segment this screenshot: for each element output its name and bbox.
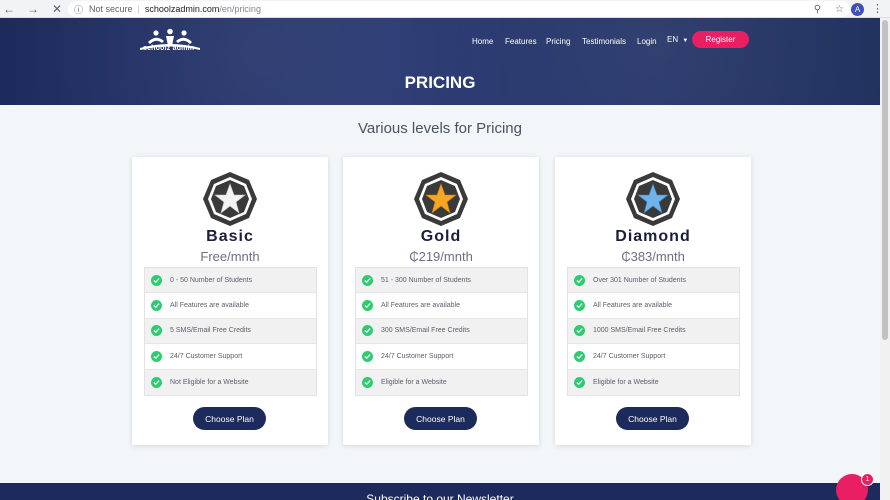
feature-text: 300 SMS/Email Free Credits (381, 327, 470, 335)
plan-name: Basic (206, 228, 254, 245)
browser-menu-icon[interactable]: ⋮ (872, 2, 883, 15)
feature-text: All Features are available (593, 302, 672, 310)
plan-name: Gold (420, 228, 462, 245)
nav-testimonials[interactable]: Testimonials (582, 37, 626, 46)
nav-features[interactable]: Features (505, 37, 537, 46)
check-icon (362, 274, 373, 286)
check-icon (574, 274, 585, 286)
feature-item: All Features are available (356, 293, 527, 319)
caret-down-icon: ▼ (682, 38, 689, 44)
plan-price: ₵383/mnth (621, 249, 685, 264)
forward-icon[interactable]: → (24, 0, 42, 18)
feature-text: Eligible for a Website (381, 378, 447, 386)
page-title: PRICING (404, 73, 476, 92)
language-selector[interactable]: EN ▼ (667, 35, 688, 44)
star-badge-icon (203, 172, 257, 226)
choose-plan-button[interactable]: Choose Plan (616, 407, 689, 430)
feature-item: 0 - 50 Number of Students (145, 268, 316, 294)
bookmark-star-icon[interactable]: ☆ (835, 4, 844, 15)
star-badge-icon (626, 172, 680, 226)
plan-name: Diamond (615, 228, 691, 245)
feature-item: Not Eligible for a Website (145, 369, 316, 395)
check-icon (151, 376, 162, 388)
site-header: schoolz admin Home Features Pricing Test… (0, 18, 880, 105)
feature-item: 1000 SMS/Email Free Credits (568, 318, 739, 345)
check-icon (362, 376, 373, 388)
feature-item: Eligible for a Website (356, 369, 527, 395)
feature-text: 24/7 Customer Support (381, 352, 454, 360)
feature-item: 24/7 Customer Support (568, 344, 739, 370)
nav-home[interactable]: Home (472, 37, 493, 46)
address-separator: | (137, 4, 140, 14)
feature-list: Over 301 Number of Students All Features… (567, 267, 740, 396)
feature-list: 51 - 300 Number of Students All Features… (355, 267, 528, 396)
nav-login[interactable]: Login (637, 37, 657, 46)
feature-text: All Features are available (170, 302, 249, 310)
feature-text: 0 - 50 Number of Students (170, 276, 253, 284)
security-label: Not secure (89, 4, 133, 14)
info-icon[interactable]: ⓘ (74, 3, 83, 16)
plan-price: ₵219/mnth (409, 249, 473, 264)
feature-item: 300 SMS/Email Free Credits (356, 318, 527, 345)
feature-list: 0 - 50 Number of Students All Features a… (144, 267, 317, 396)
feature-item: Over 301 Number of Students (568, 268, 739, 294)
check-icon (574, 325, 585, 337)
check-icon (151, 350, 162, 362)
check-icon (151, 274, 162, 286)
star-badge-icon (414, 172, 468, 226)
url-path: /en/pricing (219, 4, 261, 14)
check-icon (151, 300, 162, 312)
feature-text: Not Eligible for a Website (170, 378, 249, 386)
chat-notification-badge: 1 (861, 473, 874, 486)
choose-plan-button[interactable]: Choose Plan (404, 407, 477, 430)
feature-text: All Features are available (381, 302, 460, 310)
zoom-search-icon[interactable]: ⚲ (814, 4, 821, 15)
pricing-subtitle: Various levels for Pricing (358, 120, 522, 137)
url-host: schoolzadmin.com (144, 4, 220, 14)
choose-plan-button[interactable]: Choose Plan (193, 407, 266, 430)
browser-toolbar: ← → ✕ ⓘ Not secure | schoolzadmin.com /e… (0, 0, 890, 18)
logo-text: schoolz admin (143, 45, 195, 52)
check-icon (362, 325, 373, 337)
feature-item: 24/7 Customer Support (356, 344, 527, 370)
newsletter-section: Subscribe to our Newsletter (0, 483, 880, 500)
check-icon (574, 300, 585, 312)
feature-item: All Features are available (568, 293, 739, 319)
register-button[interactable]: Register (692, 31, 749, 48)
stop-loading-icon[interactable]: ✕ (48, 0, 66, 18)
check-icon (574, 376, 585, 388)
scrollbar-thumb[interactable] (882, 20, 888, 340)
feature-text: Eligible for a Website (593, 378, 659, 386)
feature-text: 5 SMS/Email Free Credits (170, 327, 251, 335)
plan-card-basic: Basic Free/mnth 0 - 50 Number of Student… (132, 157, 328, 445)
feature-item: 51 - 300 Number of Students (356, 268, 527, 294)
feature-text: 1000 SMS/Email Free Credits (593, 327, 686, 335)
check-icon (362, 350, 373, 362)
address-bar[interactable]: ⓘ Not secure | schoolzadmin.com /en/pric… (68, 1, 850, 17)
feature-text: Over 301 Number of Students (593, 276, 686, 284)
check-icon (574, 350, 585, 362)
feature-item: 24/7 Customer Support (145, 344, 316, 370)
profile-avatar[interactable]: A (851, 3, 864, 16)
language-label: EN (667, 35, 679, 44)
back-icon[interactable]: ← (0, 0, 18, 18)
feature-item: 5 SMS/Email Free Credits (145, 318, 316, 345)
feature-item: Eligible for a Website (568, 369, 739, 395)
newsletter-heading: Subscribe to our Newsletter (366, 492, 514, 500)
check-icon (151, 325, 162, 337)
plan-price: Free/mnth (200, 249, 260, 264)
feature-item: All Features are available (145, 293, 316, 319)
feature-text: 51 - 300 Number of Students (381, 276, 471, 284)
check-icon (362, 300, 373, 312)
feature-text: 24/7 Customer Support (593, 352, 666, 360)
plan-card-diamond: Diamond ₵383/mnth Over 301 Number of Stu… (555, 157, 751, 445)
nav-pricing[interactable]: Pricing (546, 37, 570, 46)
feature-text: 24/7 Customer Support (170, 352, 243, 360)
plan-card-gold: Gold ₵219/mnth 51 - 300 Number of Studen… (343, 157, 539, 445)
